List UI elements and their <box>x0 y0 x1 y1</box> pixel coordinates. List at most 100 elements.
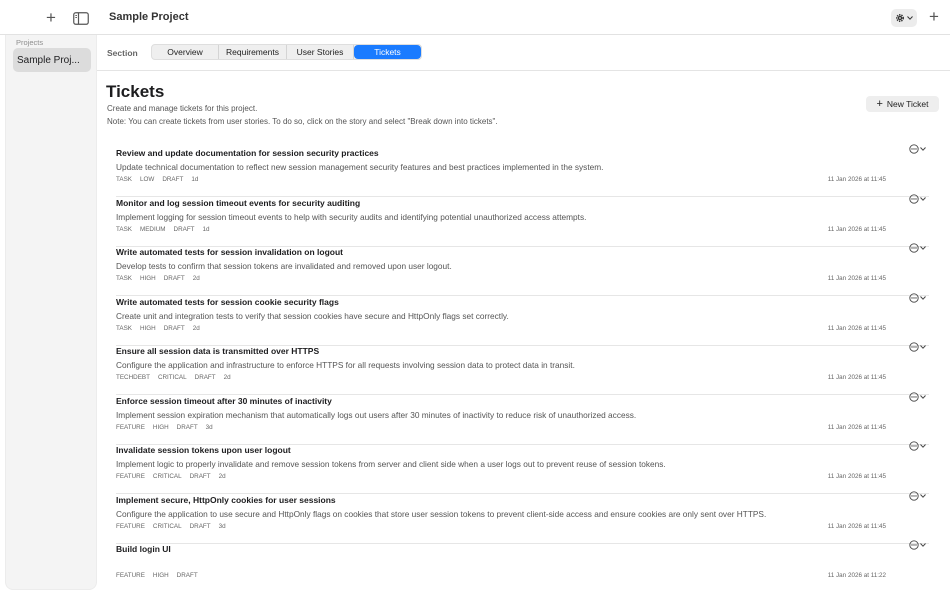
ticket-title: Review and update documentation for sess… <box>116 148 379 158</box>
ticket-status: DRAFT <box>194 374 216 381</box>
ticket-row[interactable]: Implement secure, HttpOnly cookies for u… <box>116 490 929 544</box>
ellipsis-circle-icon <box>909 193 919 204</box>
ticket-row[interactable]: Build login UI FEATURE HIGH DRAFT 11 Jan 202… <box>116 540 929 593</box>
ticket-status: DRAFT <box>173 225 195 233</box>
ticket-row[interactable]: Review and update documentation for sess… <box>116 144 929 197</box>
section-tabs: Overview Requirements User Stories Ticke… <box>151 44 422 60</box>
ticket-type: TASK <box>116 275 132 282</box>
ticket-row[interactable]: Ensure all session data is transmitted o… <box>116 342 929 395</box>
ticket-type: TECHDEBT <box>116 374 150 381</box>
add-item-button[interactable]: + <box>926 7 942 26</box>
ticket-priority: CRITICAL <box>157 374 187 381</box>
ticket-row[interactable]: Enforce session timeout after 30 minutes… <box>116 391 929 445</box>
ticket-status: DRAFT <box>163 275 185 282</box>
plus-icon: + <box>876 97 883 110</box>
tab-user-stories[interactable]: User Stories <box>287 45 354 59</box>
chevron-down-icon <box>920 246 926 250</box>
ticket-menu-button[interactable] <box>909 243 928 253</box>
new-ticket-button[interactable]: + New Ticket <box>866 96 939 112</box>
ticket-age: 2d <box>192 275 200 282</box>
ticket-menu-button[interactable] <box>909 540 928 550</box>
ellipsis-circle-icon <box>909 391 919 402</box>
ticket-age: 1d <box>202 225 210 233</box>
ticket-date: 11 Jan 2026 at 11:22 <box>827 572 886 579</box>
add-project-button[interactable]: + <box>42 8 60 27</box>
ticket-type: TASK <box>116 324 132 332</box>
ticket-meta: FEATURE HIGH DRAFT 3d <box>116 424 213 431</box>
ticket-menu-button[interactable] <box>909 342 928 352</box>
ticket-age: 2d <box>192 324 200 332</box>
ticket-title: Write automated tests for session cookie… <box>116 296 339 307</box>
ticket-menu-button[interactable] <box>909 144 928 154</box>
ticket-type: FEATURE <box>116 572 145 579</box>
ticket-date: 11 Jan 2026 at 11:45 <box>827 473 886 480</box>
ellipsis-circle-icon <box>909 243 919 253</box>
window-toolbar: + Sample Project + <box>0 0 950 35</box>
chevron-down-icon <box>920 444 926 448</box>
ticket-row[interactable]: Invalidate session tokens upon user logo… <box>116 441 929 494</box>
ticket-age: 3d <box>205 423 213 431</box>
tab-tickets[interactable]: Tickets <box>354 45 421 59</box>
gear-icon <box>895 13 905 23</box>
sidebar-item-sample-project[interactable]: Sample Proj... <box>13 48 91 72</box>
toggle-sidebar-button[interactable] <box>72 10 90 26</box>
ellipsis-circle-icon <box>909 292 919 303</box>
ticket-title: Enforce session timeout after 30 minutes… <box>116 395 332 406</box>
ticket-priority: CRITICAL <box>152 473 182 480</box>
ticket-menu-button[interactable] <box>909 490 928 501</box>
ticket-title: Write automated tests for session invali… <box>116 247 344 257</box>
ticket-status: DRAFT <box>176 423 198 431</box>
ticket-age: 2d <box>223 374 231 381</box>
ticket-age: 1d <box>191 176 199 183</box>
ticket-type: TASK <box>116 225 132 233</box>
ticket-type: TASK <box>116 176 132 183</box>
tab-requirements[interactable]: Requirements <box>219 45 287 59</box>
new-ticket-label: New Ticket <box>886 99 929 109</box>
tab-overview[interactable]: Overview <box>152 45 219 59</box>
ticket-description: Configure the application and infrastruc… <box>116 360 575 370</box>
section-label: Section <box>107 48 138 58</box>
ticket-meta: TASK LOW DRAFT 1d <box>116 176 198 183</box>
ticket-priority: MEDIUM <box>139 225 166 233</box>
settings-menu-button[interactable] <box>891 9 917 27</box>
ticket-row[interactable]: Write automated tests for session cookie… <box>116 292 929 346</box>
window-title: Sample Project <box>109 11 189 23</box>
sidebar-header: Projects <box>16 38 44 47</box>
ticket-menu-button[interactable] <box>909 441 928 451</box>
page-subtitle: Create and manage tickets for this proje… <box>107 104 258 113</box>
ticket-menu-button[interactable] <box>909 193 928 204</box>
ellipsis-circle-icon <box>909 342 919 352</box>
ticket-age: 3d <box>218 522 226 530</box>
ticket-menu-button[interactable] <box>909 391 928 402</box>
ticket-title: Invalidate session tokens upon user logo… <box>116 445 291 455</box>
ticket-priority: HIGH <box>139 324 156 332</box>
ticket-status: DRAFT <box>176 572 198 579</box>
ticket-meta: TASK HIGH DRAFT 2d <box>116 325 200 332</box>
ellipsis-circle-icon <box>909 540 919 550</box>
ticket-description: Update technical documentation to reflec… <box>116 162 604 172</box>
ticket-meta: TASK MEDIUM DRAFT 1d <box>116 226 210 233</box>
ticket-meta: FEATURE HIGH DRAFT <box>116 572 198 579</box>
ticket-description: Create unit and integration tests to ver… <box>116 310 509 321</box>
ticket-meta: FEATURE CRITICAL DRAFT 3d <box>116 523 226 530</box>
ticket-title: Build login UI <box>116 544 171 554</box>
ellipsis-circle-icon <box>909 144 919 154</box>
ticket-status: DRAFT <box>189 522 211 530</box>
ticket-row[interactable]: Write automated tests for session invali… <box>116 243 929 296</box>
ticket-age: 2d <box>218 473 226 480</box>
ticket-date: 11 Jan 2026 at 11:45 <box>827 324 886 332</box>
chevron-down-icon <box>920 196 926 201</box>
section-divider <box>97 70 950 71</box>
plus-icon: + <box>929 7 939 26</box>
ticket-type: FEATURE <box>116 473 145 480</box>
ticket-priority: CRITICAL <box>152 522 182 530</box>
chevron-down-icon <box>920 543 926 547</box>
sidebar: Projects Sample Proj... <box>5 35 97 590</box>
ticket-menu-button[interactable] <box>909 292 928 303</box>
ticket-date: 11 Jan 2026 at 11:45 <box>827 423 886 431</box>
chevron-down-icon <box>920 394 926 399</box>
ticket-priority: LOW <box>139 176 155 183</box>
ticket-description: Configure the application to use secure … <box>116 508 767 519</box>
ticket-date: 11 Jan 2026 at 11:45 <box>827 225 886 233</box>
ticket-row[interactable]: Monitor and log session timeout events f… <box>116 193 929 247</box>
